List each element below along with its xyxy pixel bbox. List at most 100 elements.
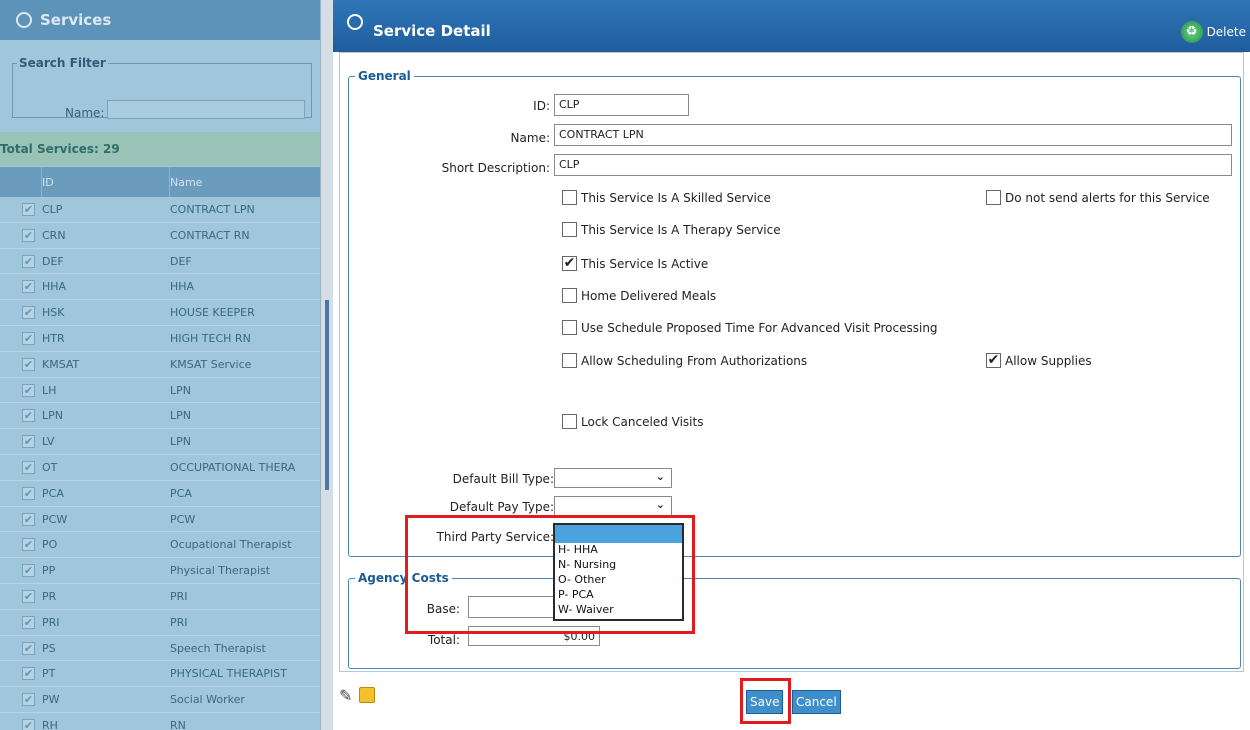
table-row[interactable]: ✔ PCA PCA — [0, 481, 320, 507]
checkmark-icon[interactable]: ✔ — [22, 357, 35, 371]
table-row[interactable]: ✔ DEF DEF — [0, 249, 320, 275]
checkmark-icon[interactable]: ✔ — [22, 280, 35, 294]
table-row[interactable]: ✔ LH LPN — [0, 378, 320, 404]
table-row[interactable]: ✔ PW Social Worker — [0, 687, 320, 713]
checkbox-box[interactable] — [562, 353, 577, 368]
row-name: PCW — [170, 512, 196, 526]
checkmark-icon[interactable]: ✔ — [22, 383, 35, 397]
checkmark-icon[interactable]: ✔ — [22, 718, 35, 730]
checkbox-box[interactable] — [986, 190, 1001, 205]
checkmark-icon[interactable]: ✔ — [22, 538, 35, 552]
no-alerts-checkbox[interactable]: Do not send alerts for this Service — [986, 190, 1210, 205]
row-checkbox[interactable]: ✔ — [0, 429, 42, 454]
row-checkbox[interactable]: ✔ — [0, 378, 42, 403]
short-description-field[interactable]: CLP — [554, 154, 1232, 176]
table-row[interactable]: ✔ OT OCCUPATIONAL THERA — [0, 455, 320, 481]
home-delivered-meals-checkbox[interactable]: Home Delivered Meals — [562, 288, 716, 303]
service-active-checkbox[interactable]: ✔ This Service Is Active — [562, 256, 708, 271]
cancel-button[interactable]: Cancel — [792, 690, 841, 714]
checkmark-icon[interactable]: ✔ — [22, 589, 35, 603]
table-row[interactable]: ✔ PO Ocupational Therapist — [0, 532, 320, 559]
bill-type-select[interactable]: ⌄ — [554, 468, 672, 488]
checkmark-icon[interactable]: ✔ — [22, 693, 35, 707]
checkmark-icon[interactable]: ✔ — [22, 564, 35, 578]
skilled-service-checkbox[interactable]: This Service Is A Skilled Service — [562, 190, 771, 205]
splitter-handle[interactable] — [325, 300, 329, 490]
checkbox-box[interactable] — [562, 414, 577, 429]
checkmark-icon[interactable]: ✔ — [22, 331, 35, 345]
table-row[interactable]: ✔ PR PRI — [0, 584, 320, 610]
checkbox-box[interactable] — [562, 190, 577, 205]
therapy-service-checkbox[interactable]: This Service Is A Therapy Service — [562, 222, 781, 237]
delete-button[interactable]: ♻ Delete — [1180, 21, 1246, 43]
checkmark-icon[interactable]: ✔ — [22, 486, 35, 500]
row-checkbox[interactable]: ✔ — [0, 455, 42, 480]
row-checkbox[interactable]: ✔ — [0, 223, 42, 248]
name-column-header[interactable]: Name — [170, 167, 320, 197]
pencil-icon[interactable]: ✎ — [339, 686, 352, 705]
table-row[interactable]: ✔ PS Speech Therapist — [0, 636, 320, 662]
row-checkbox[interactable]: ✔ — [0, 352, 42, 377]
table-row[interactable]: ✔ HTR HIGH TECH RN — [0, 326, 320, 352]
checkbox-box[interactable] — [562, 222, 577, 237]
table-row[interactable]: ✔ PT PHYSICAL THERAPIST — [0, 661, 320, 688]
checkmark-icon[interactable]: ✔ — [22, 306, 35, 320]
checkmark-icon[interactable]: ✔ — [986, 353, 1001, 368]
row-id: PT — [42, 667, 56, 681]
checkmark-icon[interactable]: ✔ — [22, 460, 35, 474]
row-checkbox[interactable]: ✔ — [0, 713, 42, 730]
row-checkbox[interactable]: ✔ — [0, 687, 42, 712]
id-field[interactable]: CLP — [554, 94, 689, 116]
lock-canceled-visits-checkbox[interactable]: Lock Canceled Visits — [562, 414, 703, 429]
checkbox-box[interactable] — [562, 320, 577, 335]
row-checkbox[interactable]: ✔ — [0, 300, 42, 325]
table-row[interactable]: ✔ CLP CONTRACT LPN — [0, 197, 320, 223]
checkmark-icon[interactable]: ✔ — [22, 409, 35, 423]
pay-type-select[interactable]: ⌄ — [554, 496, 672, 516]
table-row[interactable]: ✔ KMSAT KMSAT Service — [0, 352, 320, 378]
table-row[interactable]: ✔ PP Physical Therapist — [0, 558, 320, 584]
row-checkbox[interactable]: ✔ — [0, 197, 42, 222]
checkmark-icon[interactable]: ✔ — [22, 615, 35, 629]
row-checkbox[interactable]: ✔ — [0, 249, 42, 274]
checkmark-icon[interactable]: ✔ — [22, 203, 35, 216]
checkmark-icon[interactable]: ✔ — [22, 254, 35, 268]
checkmark-icon[interactable]: ✔ — [562, 256, 577, 271]
row-checkbox[interactable]: ✔ — [0, 558, 42, 583]
row-checkbox[interactable]: ✔ — [0, 326, 42, 351]
table-row[interactable]: ✔ CRN CONTRACT RN — [0, 223, 320, 249]
table-row[interactable]: ✔ HSK HOUSE KEEPER — [0, 300, 320, 326]
table-row[interactable]: ✔ RH RN — [0, 713, 320, 730]
row-checkbox[interactable]: ✔ — [0, 661, 42, 686]
table-row[interactable]: ✔ LPN LPN — [0, 403, 320, 430]
auth-scheduling-checkbox[interactable]: Allow Scheduling From Authorizations — [562, 353, 807, 368]
checkmark-icon[interactable]: ✔ — [22, 228, 35, 242]
panel-splitter[interactable] — [320, 0, 333, 730]
row-checkbox[interactable]: ✔ — [0, 481, 42, 506]
table-row[interactable]: ✔ HHA HHA — [0, 274, 320, 301]
row-checkbox[interactable]: ✔ — [0, 507, 42, 532]
search-name-input[interactable] — [107, 100, 305, 119]
row-checkbox[interactable]: ✔ — [0, 403, 42, 428]
checkmark-icon[interactable]: ✔ — [22, 512, 35, 526]
row-name: OCCUPATIONAL THERA — [170, 460, 296, 474]
proposed-time-checkbox[interactable]: Use Schedule Proposed Time For Advanced … — [562, 320, 938, 335]
table-row[interactable]: ✔ PRI PRI — [0, 610, 320, 636]
services-table-header: ID Name — [0, 167, 320, 197]
row-checkbox[interactable]: ✔ — [0, 274, 42, 299]
checkbox-box[interactable] — [562, 288, 577, 303]
allow-supplies-checkbox[interactable]: ✔ Allow Supplies — [986, 353, 1092, 368]
row-checkbox[interactable]: ✔ — [0, 532, 42, 557]
name-field[interactable]: CONTRACT LPN — [554, 124, 1232, 146]
checkmark-icon[interactable]: ✔ — [22, 435, 35, 449]
table-row[interactable]: ✔ PCW PCW — [0, 507, 320, 533]
row-checkbox[interactable]: ✔ — [0, 584, 42, 609]
checkmark-icon[interactable]: ✔ — [22, 667, 35, 681]
note-icon[interactable] — [359, 687, 375, 703]
row-checkbox[interactable]: ✔ — [0, 610, 42, 635]
id-column-header[interactable]: ID — [42, 167, 170, 197]
checkmark-icon[interactable]: ✔ — [22, 641, 35, 655]
table-row[interactable]: ✔ LV LPN — [0, 429, 320, 455]
auth-scheduling-label: Allow Scheduling From Authorizations — [581, 353, 808, 368]
row-checkbox[interactable]: ✔ — [0, 636, 42, 661]
